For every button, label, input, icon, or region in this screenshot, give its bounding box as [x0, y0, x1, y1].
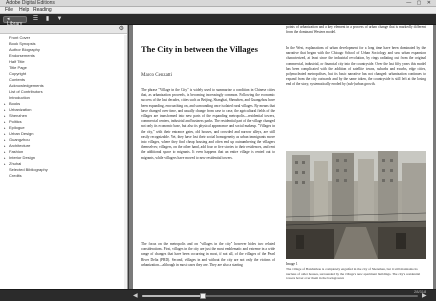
village-photo-illustration — [286, 151, 426, 259]
toc-item-label: Copyright — [9, 71, 27, 76]
page-slider-fill — [142, 295, 203, 297]
next-page-icon[interactable]: ▶ — [422, 292, 427, 300]
toolbar: ◂ Library ☰ ▮ ▼ — [0, 14, 436, 27]
title-bar: Adobe Digital Editions — ▢ ✕ — [0, 0, 436, 7]
toc-item-label: Interior Design — [9, 155, 36, 160]
toc-item-label: Author Biography — [9, 47, 40, 52]
toc-item-label: Acknowledgements — [9, 83, 44, 88]
toc-sidebar: ⚙ Front Cover Book Synopsis Author Biograp… — [0, 25, 128, 289]
right-paragraph-2: In the West, explanations of urban devel… — [286, 46, 426, 87]
menu-bar: File Help Reading — [0, 7, 436, 14]
menu-help[interactable]: Help — [19, 7, 29, 14]
toc-item-label: Credits — [9, 173, 22, 178]
sidebar-header: ⚙ — [0, 25, 127, 34]
page-slider-knob[interactable] — [199, 293, 206, 299]
library-button[interactable]: ◂ Library — [3, 16, 27, 27]
toc-item-label: Half Title — [9, 59, 25, 64]
image-caption: The village of Baishizhou is completely … — [286, 267, 421, 281]
font-size-icon[interactable]: ▼ — [55, 16, 64, 23]
toc-item-label: Endorsements — [9, 53, 35, 58]
toc-list: Front Cover Book Synopsis Author Biography… — [0, 35, 127, 179]
toc-item-label: Guangzhou — [9, 137, 30, 142]
page-slider[interactable]: 28/318 — [142, 290, 426, 299]
toc-item[interactable]: Credits — [0, 173, 127, 179]
chapter-title: The City in between the Villages — [141, 44, 258, 54]
toc-item-label: Front Cover — [9, 35, 31, 40]
menu-file[interactable]: File — [5, 7, 13, 14]
sidebar-scrollbar[interactable] — [124, 35, 127, 289]
book-page: points of urbanization and a key element… — [133, 25, 433, 289]
left-paragraph-1: The phrase "Village in the City" is wide… — [141, 88, 275, 160]
toc-item-label: Selected Bibliography — [9, 167, 48, 172]
toc-item-label: Architecture — [9, 143, 31, 148]
image-label: Image 1 — [286, 262, 298, 266]
chapter-author: Marco Cenzatti — [141, 73, 172, 78]
toc-item-label: Introduction — [9, 95, 30, 100]
bottom-bar: ◀ 28/318 ▶ — [0, 289, 436, 301]
toc-item-label: Books — [9, 101, 21, 106]
left-paragraph-2: The focus on the metropolis and on "vill… — [141, 242, 275, 267]
toc-item-label: Urban Design — [9, 131, 34, 136]
toc-item-label: Epilogue — [9, 125, 25, 130]
toc-item-label: Zhuhai — [9, 161, 22, 166]
list-view-icon[interactable]: ☰ — [31, 16, 40, 23]
gear-icon[interactable]: ⚙ — [119, 26, 124, 33]
toc-item-label: Urbanization — [9, 107, 32, 112]
menu-reading[interactable]: Reading — [33, 7, 52, 14]
reader-window: Adobe Digital Editions — ▢ ✕ File Help R… — [0, 0, 436, 301]
right-paragraph-1: points of urbanization and a key element… — [286, 25, 426, 35]
prev-page-icon[interactable]: ◀ — [133, 292, 138, 300]
toc-item-label: Politics — [9, 119, 22, 124]
reading-pane: points of urbanization and a key element… — [129, 25, 436, 289]
toc-item-label: Shenzhen — [9, 113, 28, 118]
toc-item-label: Contents — [9, 77, 26, 82]
window-title: Adobe Digital Editions — [6, 0, 55, 6]
toc-item-label: Title Page — [9, 65, 27, 70]
bookmark-icon[interactable]: ▮ — [43, 16, 52, 23]
toc-item-label: List of Contributors — [9, 89, 43, 94]
window-controls[interactable]: — ▢ ✕ — [406, 1, 433, 6]
toc-item-label: Fashion — [9, 149, 24, 154]
toc-item-label: Book Synopsis — [9, 41, 36, 46]
village-photo — [286, 151, 426, 259]
